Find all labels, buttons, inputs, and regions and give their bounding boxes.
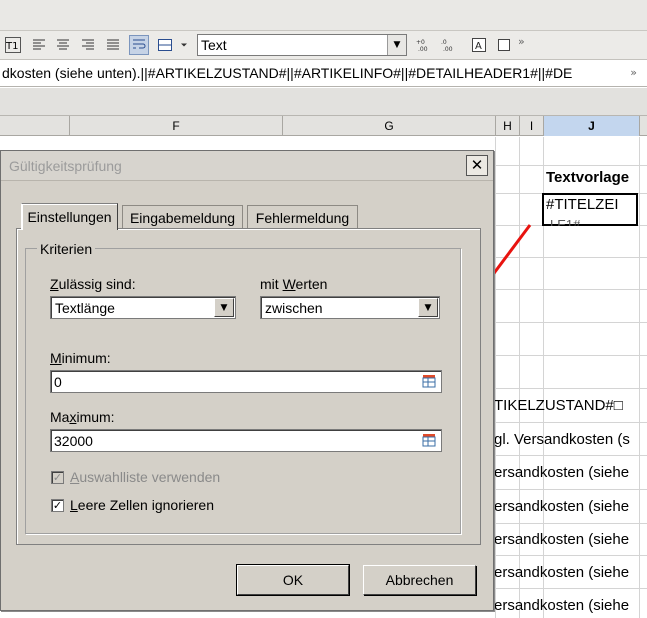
ignore-blank-checkbox[interactable]: ✓ [51,499,64,512]
data-select[interactable]: zwischen ▼ [260,296,440,319]
maximum-value: 32000 [54,433,93,449]
cell-reference-icon[interactable] [421,373,439,390]
chevron-down-icon[interactable]: ▼ [418,298,438,317]
data-label: mit Werten [260,276,328,292]
minimum-value: 0 [54,374,62,390]
show-list-checkbox[interactable]: ✓ [51,471,64,484]
dialog-title: Gültigkeitsprüfung [9,158,122,174]
dialog-title-bar[interactable]: Gültigkeitsprüfung ✕ [1,151,493,181]
allow-select[interactable]: Textlänge ▼ [50,296,236,319]
allow-label: Zulässig sind: [50,276,136,292]
minimum-label: Minimum: [50,350,111,366]
cancel-button[interactable]: Abbrechen [363,565,476,595]
validity-dialog: Gültigkeitsprüfung ✕ Einstellungen Einga… [0,150,494,611]
criteria-label: Kriterien [37,241,96,257]
chevron-down-icon[interactable]: ▼ [214,298,234,317]
allow-value: Textlänge [55,300,115,316]
cell-reference-icon[interactable] [421,432,439,449]
ok-button[interactable]: OK [236,564,350,596]
maximum-label: Maximum: [50,409,115,425]
tab-error-message[interactable]: Fehlermeldung [247,205,358,229]
show-list-label: Auswahlliste verwenden [70,469,221,485]
data-value: zwischen [265,300,323,316]
tab-input-message[interactable]: Eingabemeldung [122,205,243,229]
ignore-blank-label: Leere Zellen ignorieren [70,497,214,513]
minimum-input[interactable]: 0 [50,370,442,393]
maximum-input[interactable]: 32000 [50,429,442,452]
close-icon[interactable]: ✕ [466,155,488,176]
tab-settings[interactable]: Einstellungen [21,203,118,230]
